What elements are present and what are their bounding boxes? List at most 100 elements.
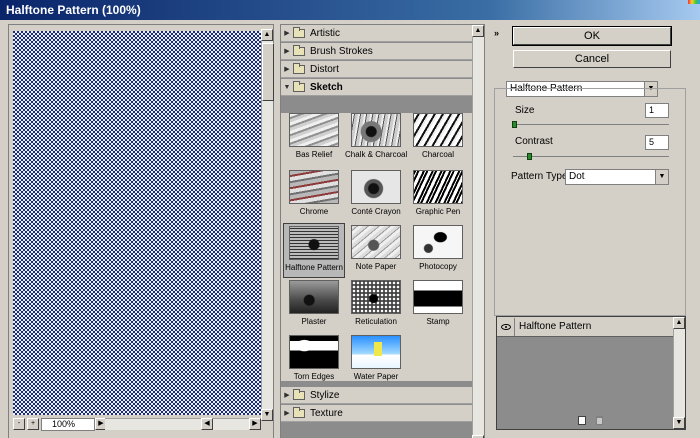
category-sketch[interactable]: ▼ Sketch [281,79,473,96]
filter-thumb-water-paper[interactable]: Water Paper [345,333,407,388]
category-label: Brush Strokes [310,45,373,57]
scroll-left-icon[interactable]: ◀ [201,418,213,430]
thumbnail-image [413,170,463,204]
preview-pane: ▲ ▼ - + 100% ▶ ◀ ▶ [8,24,274,438]
thumbnail-image [289,226,339,260]
filter-thumb-plaster[interactable]: Plaster [283,278,345,333]
zoom-in-button[interactable]: + [27,418,39,430]
category-label: Texture [310,407,343,419]
filter-thumb-torn-edges[interactable]: Torn Edges [283,333,345,388]
size-value: 1 [649,105,655,115]
filter-thumb-charcoal[interactable]: Charcoal [407,111,469,166]
filter-label: Torn Edges [293,372,335,381]
filter-label: Chrome [299,207,329,216]
zoom-out-button[interactable]: - [13,418,25,430]
scroll-up-icon[interactable]: ▲ [673,317,685,329]
category-texture[interactable]: ▶ Texture [281,405,473,422]
size-slider-track[interactable] [513,124,669,125]
pattern-type-select[interactable]: Dot ▼ [565,169,669,185]
contrast-label: Contrast [515,136,553,147]
filter-label: Halftone Pattern [285,263,343,272]
filter-label: Charcoal [421,150,454,159]
thumbnail-image [289,335,339,369]
contrast-input[interactable]: 5 [645,135,669,150]
thumbnail-image [413,280,463,314]
filter-label: Chalk & Charcoal [345,150,408,159]
folder-icon [293,44,305,56]
category-label: Sketch [310,81,343,93]
collapse-arrow-icon: ▼ [283,83,291,91]
filter-settings-panel: Size 1 Contrast 5 Pattern Type: Dot ▼ [494,88,686,316]
window-title: Halftone Pattern (100%) [6,3,141,17]
preview-vertical-scrollbar[interactable]: ▲ ▼ [261,29,274,421]
zoom-level-value: 100% [52,419,76,429]
filter-gallery-dialog: ▲ ▼ - + 100% ▶ ◀ ▶ ▶ Artistic ▶ Brush St… [0,20,700,438]
contrast-slider-handle[interactable] [527,153,532,160]
scroll-down-icon[interactable]: ▼ [673,417,685,429]
thumbnail-image [413,113,463,147]
zoom-level-field[interactable]: 100% [41,418,95,431]
scroll-down-icon[interactable]: ▼ [261,409,273,421]
thumbnail-image [351,335,401,369]
filter-thumb-conte-crayon[interactable]: Conté Crayon [345,168,407,223]
delete-effect-layer-icon[interactable] [596,416,603,425]
thumbnail-image [351,225,401,259]
category-artistic[interactable]: ▶ Artistic [281,25,473,42]
effect-layers-panel: Halftone Pattern ▲ ▼ [496,316,686,430]
expand-arrow-icon: ▶ [284,392,290,399]
new-effect-layer-icon[interactable] [578,416,586,425]
effect-layer-label: Halftone Pattern [519,321,592,332]
filter-thumb-bas-relief[interactable]: Bas Relief [283,111,345,166]
filter-label: Graphic Pen [415,207,461,216]
filter-thumb-graphic-pen[interactable]: Graphic Pen [407,168,469,223]
category-label: Distort [310,63,339,75]
title-bar-accent [688,0,700,4]
size-label: Size [515,105,535,116]
cancel-button[interactable]: Cancel [513,50,671,68]
folder-icon [293,388,305,400]
filter-thumb-stamp[interactable]: Stamp [407,278,469,333]
filter-label: Photocopy [419,262,457,271]
size-input[interactable]: 1 [645,103,669,118]
pattern-type-value: Dot [569,171,585,182]
scroll-up-icon[interactable]: ▲ [472,25,484,37]
category-label: Stylize [310,389,340,401]
filter-label: Note Paper [355,262,397,271]
preview-horizontal-scrollbar[interactable] [105,418,257,430]
category-distort[interactable]: ▶ Distort [281,61,473,78]
sketch-filter-thumbnails: Bas Relief Chalk & Charcoal Charcoal Chr… [281,113,473,381]
filter-label: Water Paper [353,372,399,381]
preview-image[interactable] [13,31,263,415]
filter-thumb-chrome[interactable]: Chrome [283,168,345,223]
effect-layer-row[interactable]: Halftone Pattern [497,317,673,337]
category-label: Artistic [310,27,340,39]
filter-thumb-chalk-charcoal[interactable]: Chalk & Charcoal [345,111,407,166]
scroll-up-icon[interactable]: ▲ [261,29,273,41]
size-slider-handle[interactable] [512,121,517,128]
layers-vertical-scrollbar[interactable]: ▲ ▼ [673,317,685,429]
filter-thumb-photocopy[interactable]: Photocopy [407,223,469,278]
thumbnail-image [351,170,401,204]
eye-icon [500,323,511,330]
category-brush-strokes[interactable]: ▶ Brush Strokes [281,43,473,60]
filter-thumb-reticulation[interactable]: Reticulation [345,278,407,333]
ok-button[interactable]: OK [512,26,672,46]
pattern-type-label: Pattern Type: [511,171,571,182]
filter-thumb-halftone-pattern[interactable]: Halftone Pattern [283,223,345,278]
scroll-right-icon[interactable]: ▶ [249,418,261,430]
preview-zoom-bar: - + 100% ▶ ◀ ▶ [13,417,261,431]
expand-arrow-icon: ▶ [284,410,290,417]
filter-gallery: ▶ Artistic ▶ Brush Strokes ▶ Distort ▼ S… [280,24,485,438]
filter-label: Plaster [301,317,327,326]
expand-arrow-icon: ▶ [284,66,290,73]
collapse-gallery-button[interactable]: » [494,28,504,38]
thumbnail-image [351,113,401,147]
visibility-toggle[interactable] [497,317,515,336]
preview-vertical-thumb[interactable] [262,43,274,101]
filter-thumb-note-paper[interactable]: Note Paper [345,223,407,278]
category-stylize[interactable]: ▶ Stylize [281,387,473,404]
filter-label: Stamp [426,317,450,326]
contrast-slider-track[interactable] [513,156,669,157]
gallery-vertical-scrollbar[interactable]: ▲ ▼ [472,25,484,438]
expand-arrow-icon: ▶ [284,30,290,37]
